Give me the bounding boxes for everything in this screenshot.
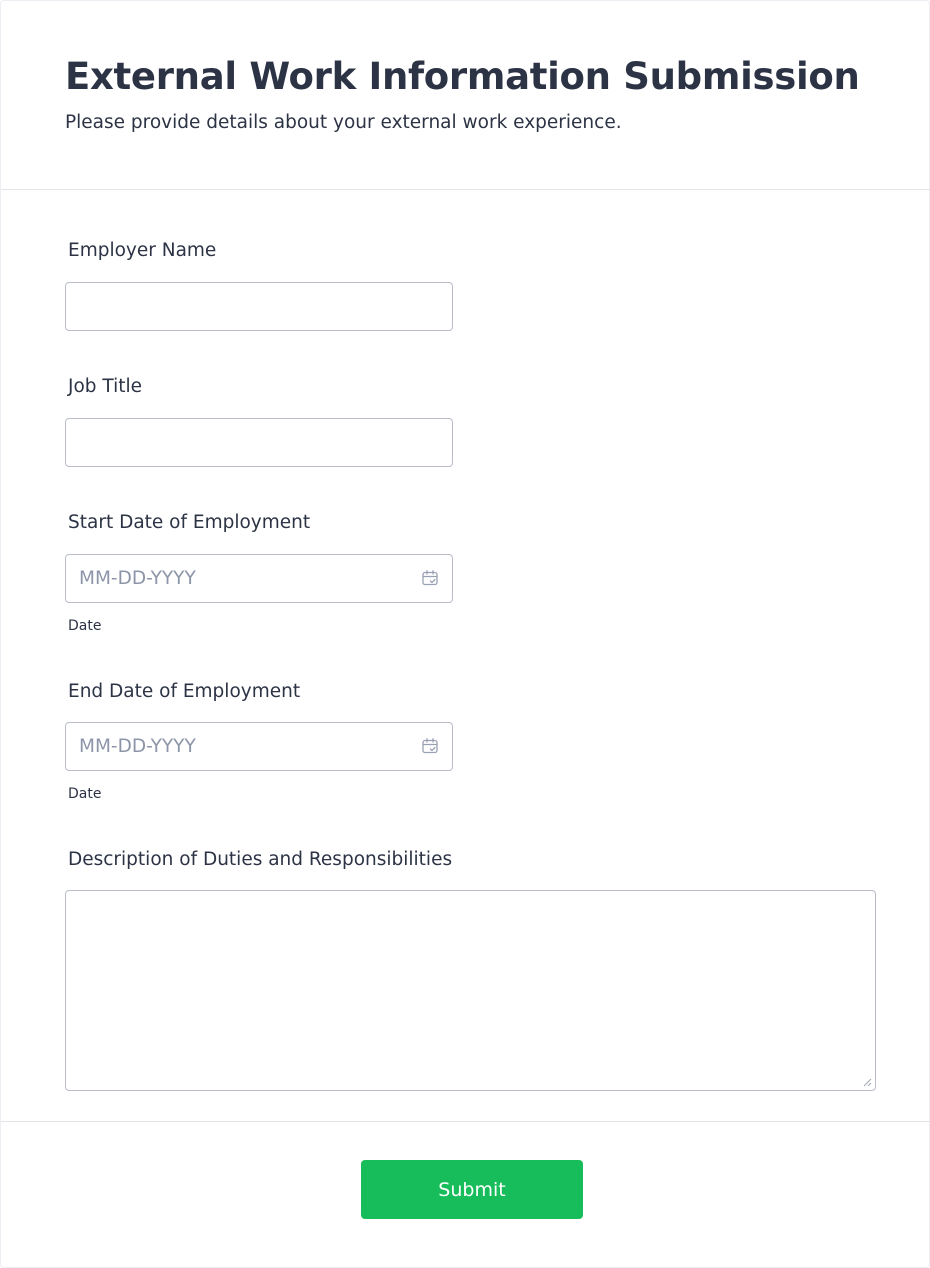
form-header: External Work Information Submission Ple… — [1, 1, 930, 190]
form-card: External Work Information Submission Ple… — [0, 0, 930, 1268]
start-date-label: Start Date of Employment — [68, 512, 311, 533]
employer-name-input[interactable] — [65, 282, 453, 331]
end-date-input[interactable]: MM-DD-YYYY — [65, 722, 453, 771]
submit-button[interactable]: Submit — [361, 1160, 583, 1219]
start-date-sublabel: Date — [68, 618, 102, 634]
calendar-icon[interactable] — [421, 569, 439, 587]
end-date-placeholder: MM-DD-YYYY — [79, 736, 196, 757]
form-title: External Work Information Submission — [65, 55, 860, 98]
description-textarea[interactable] — [65, 890, 876, 1091]
job-title-label: Job Title — [68, 376, 143, 397]
description-label: Description of Duties and Responsibiliti… — [68, 849, 453, 870]
job-title-input[interactable] — [65, 418, 453, 467]
footer-divider — [1, 1121, 930, 1122]
employer-name-label: Employer Name — [68, 240, 217, 261]
resize-grip-icon[interactable] — [863, 1078, 872, 1087]
calendar-icon[interactable] — [421, 737, 439, 755]
form-subtitle: Please provide details about your extern… — [65, 112, 622, 133]
start-date-input[interactable]: MM-DD-YYYY — [65, 554, 453, 603]
end-date-sublabel: Date — [68, 786, 102, 802]
end-date-label: End Date of Employment — [68, 681, 301, 702]
start-date-placeholder: MM-DD-YYYY — [79, 568, 196, 589]
